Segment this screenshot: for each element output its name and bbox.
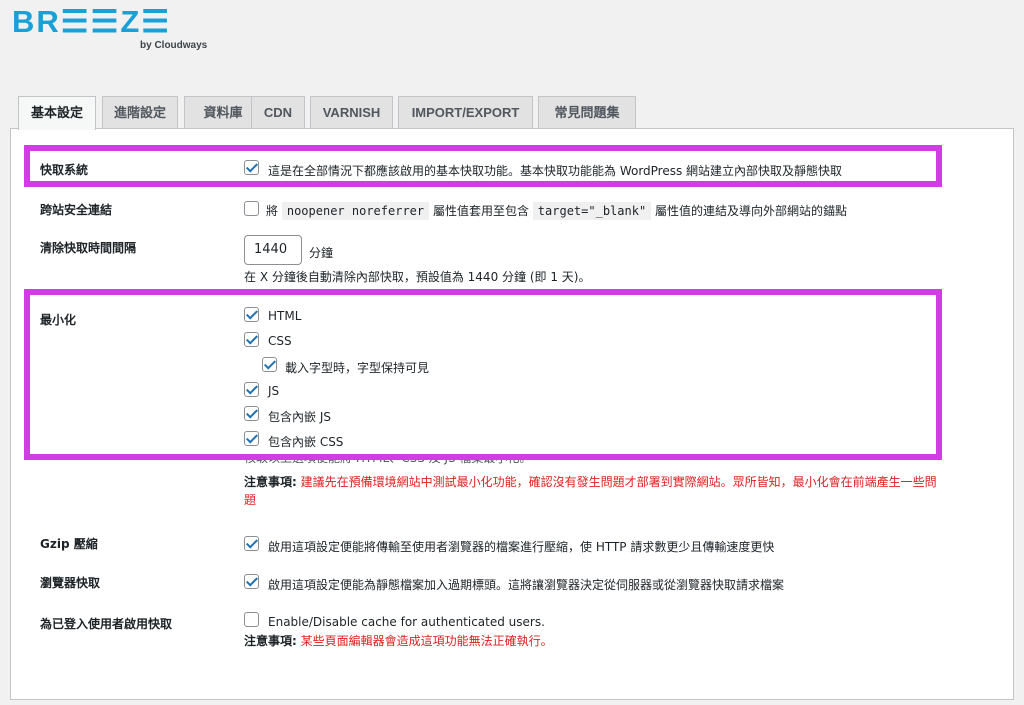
logo-byline: by Cloudways — [140, 40, 208, 51]
browser-cache-checkbox[interactable] — [244, 574, 259, 589]
cross-origin-post: 屬性值的連結及導向外部網站的錨點 — [655, 204, 848, 218]
tab-basic[interactable]: 基本設定 — [18, 96, 96, 130]
logged-in-cache-description: Enable/Disable cache for authenticated u… — [268, 615, 545, 629]
logged-in-note-text: 某些頁面編輯器會造成這項功能無法正確執行。 — [300, 634, 553, 648]
tab-import-export[interactable]: IMPORT/EXPORT — [398, 96, 533, 129]
logged-in-cache-checkbox[interactable] — [244, 612, 259, 627]
purge-interval-label: 清除快取時間間隔 — [40, 241, 137, 255]
purge-interval-help: 在 X 分鐘後自動清除內部快取，預設值為 1440 分鐘 (即 1 天)。 — [244, 270, 591, 284]
purge-interval-input[interactable]: 1440 — [244, 235, 302, 265]
browser-cache-label: 瀏覽器快取 — [40, 576, 101, 590]
logged-in-cache-label: 為已登入使用者啟用快取 — [40, 617, 173, 631]
gzip-checkbox[interactable] — [244, 536, 259, 551]
purge-interval-unit: 分鐘 — [309, 246, 334, 260]
code-target-blank: target="_blank" — [532, 202, 652, 220]
tab-cdn[interactable]: CDN — [251, 96, 305, 129]
cross-origin-pre: 將 — [266, 204, 279, 218]
minify-note: 注意事項: 建議先在預備環境網站中測試最小化功能，確認沒有發生問題才部署到實際網… — [244, 473, 984, 509]
cross-origin-description: 將 noopener noreferrer 屬性值套用至包含 target="_… — [266, 202, 848, 220]
logo-wordmark: BR☰☰Z☰ — [12, 4, 172, 39]
breeze-logo: BR☰☰Z☰ by Cloudways — [12, 4, 232, 54]
highlight-minify — [24, 289, 942, 460]
tab-advanced[interactable]: 進階設定 — [102, 96, 178, 129]
tab-faq[interactable]: 常見問題集 — [538, 96, 636, 129]
gzip-label: Gzip 壓縮 — [40, 537, 98, 551]
highlight-cache-system — [24, 145, 942, 187]
browser-cache-description: 啟用這項設定便能為靜態檔案加入過期標頭。這將讓瀏覽器決定從伺服器或從瀏覽器快取請… — [268, 578, 785, 592]
code-noopener: noopener noreferrer — [281, 202, 430, 220]
logged-in-cache-note: 注意事項: 某些頁面編輯器會造成這項功能無法正確執行。 — [244, 632, 553, 649]
minify-note-line1: 建議先在預備環境網站中測試最小化功能，確認沒有發生問題才部署到實際網站。眾所皆知… — [300, 475, 937, 489]
cross-origin-mid: 屬性值套用至包含 — [432, 204, 529, 218]
minify-note-line2: 題 — [244, 493, 257, 507]
cross-origin-label: 跨站安全連結 — [40, 203, 113, 217]
gzip-description: 啟用這項設定便能將傳輸至使用者瀏覽器的檔案進行壓縮，使 HTTP 請求數更少且傳… — [268, 540, 775, 554]
cross-origin-checkbox[interactable] — [244, 201, 259, 216]
minify-note-label: 注意事項: — [244, 475, 297, 489]
logged-in-note-label: 注意事項: — [244, 634, 297, 648]
tab-varnish[interactable]: VARNISH — [310, 96, 393, 129]
